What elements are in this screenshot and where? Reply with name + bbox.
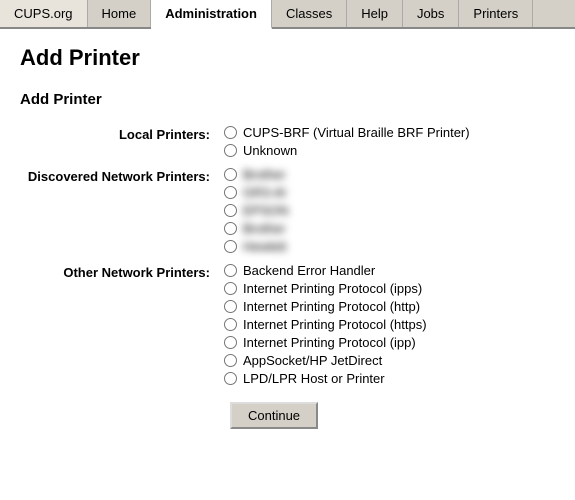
radio-option-lpd-lpr: LPD/LPR Host or Printer (224, 371, 549, 386)
label-ipp-http[interactable]: Internet Printing Protocol (http) (243, 299, 420, 314)
radio-cups-brf[interactable] (224, 126, 237, 139)
nav-item-help[interactable]: Help (347, 0, 403, 27)
label-lpd-lpr[interactable]: LPD/LPR Host or Printer (243, 371, 385, 386)
label-brother1[interactable]: Brother (243, 167, 286, 182)
label-hewlett[interactable]: Hewlett (243, 239, 286, 254)
radio-gr3al[interactable] (224, 186, 237, 199)
navigation: CUPS.orgHomeAdministrationClassesHelpJob… (0, 0, 575, 29)
label-ipp-ipp[interactable]: Internet Printing Protocol (ipp) (243, 335, 416, 350)
radio-option-ipp-ipps: Internet Printing Protocol (ipps) (224, 281, 549, 296)
local-printers-options: CUPS-BRF (Virtual Braille BRF Printer) Un… (220, 122, 555, 164)
radio-option-epson: EPSON (224, 203, 549, 218)
other-network-row: Other Network Printers: Backend Error Ha… (20, 260, 555, 392)
radio-hewlett[interactable] (224, 240, 237, 253)
nav-item-home[interactable]: Home (88, 0, 152, 27)
radio-option-cups-brf: CUPS-BRF (Virtual Braille BRF Printer) (224, 125, 549, 140)
radio-lpd-lpr[interactable] (224, 372, 237, 385)
label-backend-error[interactable]: Backend Error Handler (243, 263, 375, 278)
continue-row: Continue (20, 392, 555, 432)
nav-item-classes[interactable]: Classes (272, 0, 347, 27)
discovered-network-row: Discovered Network Printers: Brother GR3-… (20, 164, 555, 260)
radio-ipp-ipps[interactable] (224, 282, 237, 295)
local-printers-label: Local Printers: (20, 122, 220, 164)
nav-item-cups-org[interactable]: CUPS.org (0, 0, 88, 27)
discovered-network-label: Discovered Network Printers: (20, 164, 220, 260)
label-unknown[interactable]: Unknown (243, 143, 297, 158)
label-gr3al[interactable]: GR3-Al (243, 185, 286, 200)
page-content: Add Printer Add Printer Local Printers: … (0, 29, 575, 448)
radio-option-appsocket: AppSocket/HP JetDirect (224, 353, 549, 368)
label-ipp-ipps[interactable]: Internet Printing Protocol (ipps) (243, 281, 422, 296)
continue-cell: Continue (20, 392, 555, 432)
radio-option-ipp-ipp: Internet Printing Protocol (ipp) (224, 335, 549, 350)
local-printers-row: Local Printers: CUPS-BRF (Virtual Braill… (20, 122, 555, 164)
radio-appsocket[interactable] (224, 354, 237, 367)
label-ipp-https[interactable]: Internet Printing Protocol (https) (243, 317, 427, 332)
radio-ipp-http[interactable] (224, 300, 237, 313)
radio-backend-error[interactable] (224, 264, 237, 277)
radio-unknown[interactable] (224, 144, 237, 157)
radio-option-ipp-http: Internet Printing Protocol (http) (224, 299, 549, 314)
label-epson[interactable]: EPSON (243, 203, 289, 218)
printer-form-table: Local Printers: CUPS-BRF (Virtual Braill… (20, 122, 555, 432)
radio-option-backend-error: Backend Error Handler (224, 263, 549, 278)
add-printer-form: Local Printers: CUPS-BRF (Virtual Braill… (20, 122, 555, 432)
radio-brother1[interactable] (224, 168, 237, 181)
nav-item-jobs[interactable]: Jobs (403, 0, 459, 27)
discovered-network-options: Brother GR3-Al EPSON Brother Hewlett (220, 164, 555, 260)
other-network-label: Other Network Printers: (20, 260, 220, 392)
page-title: Add Printer (20, 45, 555, 71)
radio-brother2[interactable] (224, 222, 237, 235)
radio-option-unknown: Unknown (224, 143, 549, 158)
label-brother2[interactable]: Brother (243, 221, 286, 236)
nav-item-printers[interactable]: Printers (459, 0, 533, 27)
other-network-options: Backend Error Handler Internet Printing P… (220, 260, 555, 392)
radio-option-ipp-https: Internet Printing Protocol (https) (224, 317, 549, 332)
label-cups-brf[interactable]: CUPS-BRF (Virtual Braille BRF Printer) (243, 125, 470, 140)
nav-item-administration[interactable]: Administration (151, 0, 272, 29)
continue-button[interactable]: Continue (230, 402, 318, 429)
label-appsocket[interactable]: AppSocket/HP JetDirect (243, 353, 382, 368)
radio-option-brother2: Brother (224, 221, 549, 236)
section-title: Add Printer (20, 91, 555, 108)
radio-option-gr3al: GR3-Al (224, 185, 549, 200)
radio-option-hewlett: Hewlett (224, 239, 549, 254)
radio-epson[interactable] (224, 204, 237, 217)
radio-ipp-ipp[interactable] (224, 336, 237, 349)
radio-ipp-https[interactable] (224, 318, 237, 331)
radio-option-brother1: Brother (224, 167, 549, 182)
